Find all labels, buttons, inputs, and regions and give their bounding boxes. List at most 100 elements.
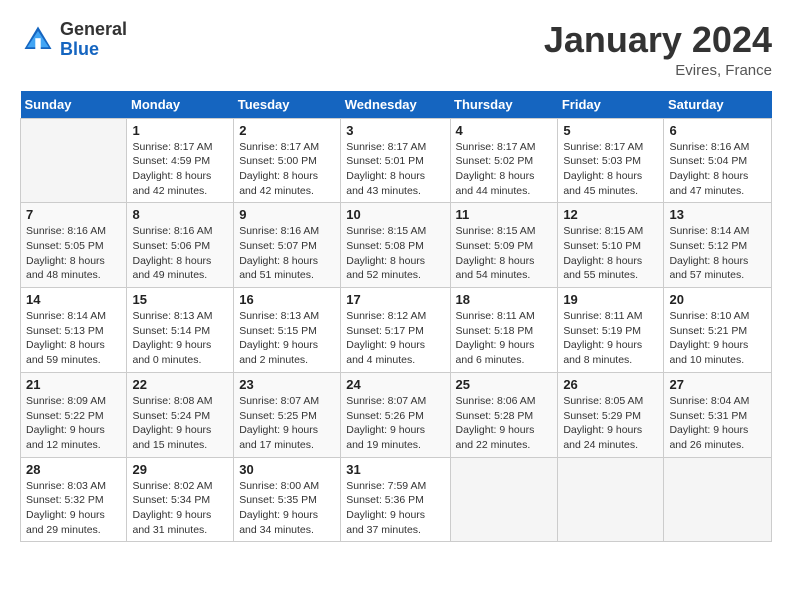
cell-week4-day2: 30Sunrise: 8:00 AM Sunset: 5:35 PM Dayli… — [234, 457, 341, 542]
day-info: Sunrise: 8:13 AM Sunset: 5:15 PM Dayligh… — [239, 309, 335, 368]
day-info: Sunrise: 8:16 AM Sunset: 5:06 PM Dayligh… — [132, 224, 228, 283]
day-info: Sunrise: 8:14 AM Sunset: 5:12 PM Dayligh… — [669, 224, 766, 283]
day-info: Sunrise: 8:11 AM Sunset: 5:18 PM Dayligh… — [456, 309, 553, 368]
day-number: 28 — [26, 462, 121, 477]
day-info: Sunrise: 8:07 AM Sunset: 5:25 PM Dayligh… — [239, 394, 335, 453]
week-row-4: 28 Sunrise: 8:03 AM Sunset: 5:32 PM Dayli… — [21, 457, 772, 542]
day-number: 21 — [26, 377, 121, 392]
day-number: 3 — [346, 123, 444, 138]
day-number: 8 — [132, 207, 228, 222]
day-info: Sunrise: 8:03 AM Sunset: 5:32 PM Dayligh… — [26, 479, 121, 538]
cell-week3-day6: 27 Sunrise: 8:04 AM Sunset: 5:31 PM Dayli… — [664, 372, 772, 457]
day-number: 16 — [239, 292, 335, 307]
day-number: 18 — [456, 292, 553, 307]
day-info: Sunrise: 8:05 AM Sunset: 5:29 PM Dayligh… — [563, 394, 658, 453]
cell-week4-day3: 31 Sunrise: 7:59 AM Sunset: 5:36 PM Dayli… — [341, 457, 450, 542]
cell-week2-day4: 18 Sunrise: 8:11 AM Sunset: 5:18 PM Dayli… — [450, 288, 558, 373]
day-info: Sunrise: 8:17 AM Sunset: 5:01 PM Dayligh… — [346, 140, 444, 199]
day-number: 23 — [239, 377, 335, 392]
day-number: 26 — [563, 377, 658, 392]
cell-week4-day5 — [558, 457, 664, 542]
col-sunday: Sunday — [21, 91, 127, 119]
day-number: 11 — [456, 207, 553, 222]
cell-week2-day3: 17 Sunrise: 8:12 AM Sunset: 5:17 PM Dayli… — [341, 288, 450, 373]
cell-week0-day0 — [21, 118, 127, 203]
cell-week4-day0: 28 Sunrise: 8:03 AM Sunset: 5:32 PM Dayli… — [21, 457, 127, 542]
cell-week3-day1: 22Sunrise: 8:08 AM Sunset: 5:24 PM Dayli… — [127, 372, 234, 457]
cell-week0-day3: 3 Sunrise: 8:17 AM Sunset: 5:01 PM Daylig… — [341, 118, 450, 203]
day-number: 31 — [346, 462, 444, 477]
day-info: Sunrise: 7:59 AM Sunset: 5:36 PM Dayligh… — [346, 479, 444, 538]
day-number: 4 — [456, 123, 553, 138]
day-number: 27 — [669, 377, 766, 392]
cell-week3-day5: 26 Sunrise: 8:05 AM Sunset: 5:29 PM Dayli… — [558, 372, 664, 457]
col-monday: Monday — [127, 91, 234, 119]
day-number: 15 — [132, 292, 228, 307]
cell-week2-day2: 16 Sunrise: 8:13 AM Sunset: 5:15 PM Dayli… — [234, 288, 341, 373]
day-info: Sunrise: 8:17 AM Sunset: 5:00 PM Dayligh… — [239, 140, 335, 199]
cell-week3-day2: 23 Sunrise: 8:07 AM Sunset: 5:25 PM Dayli… — [234, 372, 341, 457]
day-info: Sunrise: 8:16 AM Sunset: 5:04 PM Dayligh… — [669, 140, 766, 199]
logo-text: General Blue — [60, 20, 127, 60]
logo: General Blue — [20, 20, 127, 60]
day-number: 5 — [563, 123, 658, 138]
cell-week2-day5: 19 Sunrise: 8:11 AM Sunset: 5:19 PM Dayli… — [558, 288, 664, 373]
day-info: Sunrise: 8:00 AM Sunset: 5:35 PM Dayligh… — [239, 479, 335, 538]
cell-week4-day1: 29Sunrise: 8:02 AM Sunset: 5:34 PM Dayli… — [127, 457, 234, 542]
day-info: Sunrise: 8:09 AM Sunset: 5:22 PM Dayligh… — [26, 394, 121, 453]
cell-week2-day6: 20Sunrise: 8:10 AM Sunset: 5:21 PM Dayli… — [664, 288, 772, 373]
cell-week3-day0: 21 Sunrise: 8:09 AM Sunset: 5:22 PM Dayli… — [21, 372, 127, 457]
logo-blue-text: Blue — [60, 40, 127, 60]
page: General Blue January 2024 Evires, France… — [0, 0, 792, 612]
day-number: 22 — [132, 377, 228, 392]
cell-week3-day3: 24 Sunrise: 8:07 AM Sunset: 5:26 PM Dayli… — [341, 372, 450, 457]
day-info: Sunrise: 8:02 AM Sunset: 5:34 PM Dayligh… — [132, 479, 228, 538]
header-row: Sunday Monday Tuesday Wednesday Thursday… — [21, 91, 772, 119]
week-row-3: 21 Sunrise: 8:09 AM Sunset: 5:22 PM Dayli… — [21, 372, 772, 457]
day-info: Sunrise: 8:04 AM Sunset: 5:31 PM Dayligh… — [669, 394, 766, 453]
header: General Blue January 2024 Evires, France — [20, 20, 772, 79]
day-info: Sunrise: 8:14 AM Sunset: 5:13 PM Dayligh… — [26, 309, 121, 368]
day-info: Sunrise: 8:15 AM Sunset: 5:10 PM Dayligh… — [563, 224, 658, 283]
day-info: Sunrise: 8:15 AM Sunset: 5:09 PM Dayligh… — [456, 224, 553, 283]
col-tuesday: Tuesday — [234, 91, 341, 119]
cell-week1-day3: 10Sunrise: 8:15 AM Sunset: 5:08 PM Dayli… — [341, 203, 450, 288]
day-number: 17 — [346, 292, 444, 307]
cell-week2-day1: 15Sunrise: 8:13 AM Sunset: 5:14 PM Dayli… — [127, 288, 234, 373]
day-info: Sunrise: 8:10 AM Sunset: 5:21 PM Dayligh… — [669, 309, 766, 368]
day-info: Sunrise: 8:17 AM Sunset: 5:03 PM Dayligh… — [563, 140, 658, 199]
calendar-subtitle: Evires, France — [544, 62, 772, 79]
col-wednesday: Wednesday — [341, 91, 450, 119]
calendar-table: Sunday Monday Tuesday Wednesday Thursday… — [20, 91, 772, 543]
cell-week2-day0: 14 Sunrise: 8:14 AM Sunset: 5:13 PM Dayli… — [21, 288, 127, 373]
day-number: 9 — [239, 207, 335, 222]
day-info: Sunrise: 8:16 AM Sunset: 5:05 PM Dayligh… — [26, 224, 121, 283]
day-number: 14 — [26, 292, 121, 307]
day-number: 24 — [346, 377, 444, 392]
cell-week0-day5: 5 Sunrise: 8:17 AM Sunset: 5:03 PM Daylig… — [558, 118, 664, 203]
day-number: 19 — [563, 292, 658, 307]
day-number: 2 — [239, 123, 335, 138]
cell-week0-day2: 2 Sunrise: 8:17 AM Sunset: 5:00 PM Daylig… — [234, 118, 341, 203]
cell-week1-day0: 7 Sunrise: 8:16 AM Sunset: 5:05 PM Daylig… — [21, 203, 127, 288]
calendar-title: January 2024 — [544, 20, 772, 60]
day-number: 7 — [26, 207, 121, 222]
cell-week0-day6: 6Sunrise: 8:16 AM Sunset: 5:04 PM Daylig… — [664, 118, 772, 203]
col-thursday: Thursday — [450, 91, 558, 119]
day-number: 13 — [669, 207, 766, 222]
day-info: Sunrise: 8:11 AM Sunset: 5:19 PM Dayligh… — [563, 309, 658, 368]
cell-week1-day5: 12 Sunrise: 8:15 AM Sunset: 5:10 PM Dayli… — [558, 203, 664, 288]
day-info: Sunrise: 8:07 AM Sunset: 5:26 PM Dayligh… — [346, 394, 444, 453]
cell-week1-day2: 9 Sunrise: 8:16 AM Sunset: 5:07 PM Daylig… — [234, 203, 341, 288]
title-block: January 2024 Evires, France — [544, 20, 772, 79]
day-number: 1 — [132, 123, 228, 138]
day-info: Sunrise: 8:12 AM Sunset: 5:17 PM Dayligh… — [346, 309, 444, 368]
cell-week1-day1: 8 Sunrise: 8:16 AM Sunset: 5:06 PM Daylig… — [127, 203, 234, 288]
cell-week0-day1: 1Sunrise: 8:17 AM Sunset: 4:59 PM Daylig… — [127, 118, 234, 203]
day-info: Sunrise: 8:16 AM Sunset: 5:07 PM Dayligh… — [239, 224, 335, 283]
day-number: 12 — [563, 207, 658, 222]
cell-week0-day4: 4Sunrise: 8:17 AM Sunset: 5:02 PM Daylig… — [450, 118, 558, 203]
week-row-1: 7 Sunrise: 8:16 AM Sunset: 5:05 PM Daylig… — [21, 203, 772, 288]
day-info: Sunrise: 8:15 AM Sunset: 5:08 PM Dayligh… — [346, 224, 444, 283]
cell-week4-day4 — [450, 457, 558, 542]
